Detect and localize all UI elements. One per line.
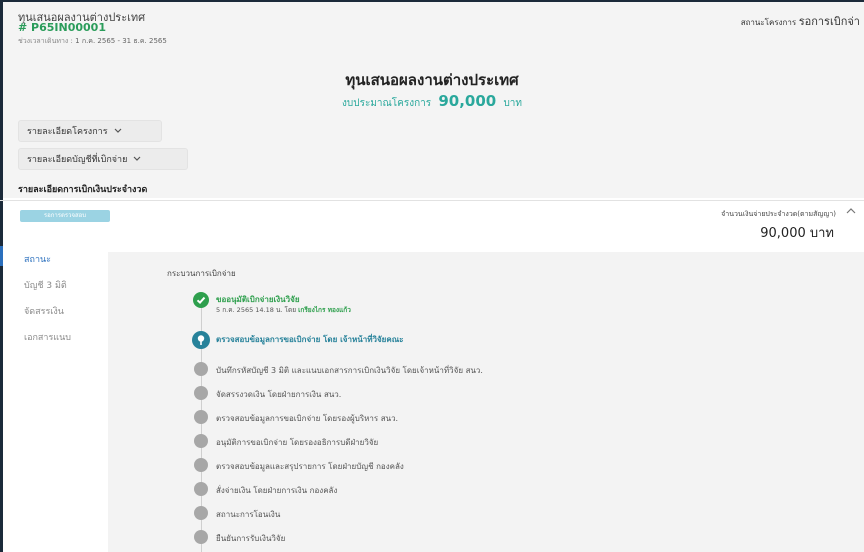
project-code: # P65IN00001 — [18, 21, 106, 34]
account-details-label: รายละเอียดบัญชีที่เบิกจ่าย — [27, 155, 128, 165]
pending-dot-icon — [194, 458, 208, 472]
step-7-label: ตรวจสอบข้อมูลและสรุปรายการ โดยฝ่ายบัญชี … — [216, 462, 404, 471]
project-status-value: รอการเบิกจ่า — [798, 15, 860, 28]
tab-status[interactable]: สถานะ — [24, 252, 51, 266]
step-10-label: ยืนยันการรับเงินวิจัย — [216, 534, 286, 543]
pending-dot-icon — [194, 506, 208, 520]
budget-amount: 90,000 — [438, 92, 497, 110]
project-details-label: รายละเอียดโครงการ — [27, 127, 108, 137]
status-badge: รอการตรวจสอบ — [20, 210, 110, 222]
chevron-down-icon — [133, 156, 141, 161]
step-6-label: อนุมัติการขอเบิกจ่าย โดยรองอธิการบดีฝ่าย… — [216, 438, 379, 447]
page-title: ทุนเสนอผลงานต่างประเทศ — [345, 71, 519, 89]
installment-amount-value: 90,000 บาท — [760, 226, 834, 241]
active-tab-indicator — [0, 246, 3, 266]
disbursement-section-title: รายละเอียดการเบิกเงินประจำงวด — [18, 185, 148, 195]
step-8-label: สั่งจ่ายเงิน โดยฝ่ายการเงิน กองคลัง — [216, 486, 338, 495]
pending-dot-icon — [194, 482, 208, 496]
budget-unit: บาท — [503, 98, 522, 109]
step-9-label: สถานะการโอนเงิน — [216, 510, 281, 519]
project-status-label: สถานะโครงการ — [740, 18, 797, 27]
travel-period: ช่วงเวลาเดินทาง : 1 ก.ค. 2565 - 31 ธ.ค. … — [18, 36, 167, 47]
tab-3d-account[interactable]: บัญชี 3 มิติ — [24, 278, 67, 292]
pending-dot-icon — [194, 386, 208, 400]
budget-label: งบประมาณโครงการ — [342, 98, 432, 109]
tab-allocation[interactable]: จัดสรรเงิน — [24, 304, 64, 318]
travel-period-label: ช่วงเวลาเดินทาง : — [18, 37, 73, 45]
tab-attachments[interactable]: เอกสารแนบ — [24, 330, 71, 344]
installment-amount-label: จำนวนเงินจ่ายประจำงวด(ตามสัญญา) — [721, 210, 836, 218]
project-details-accordion[interactable]: รายละเอียดโครงการ — [18, 120, 162, 142]
check-circle-icon — [193, 292, 209, 308]
map-pin-icon — [192, 331, 210, 349]
chevron-up-icon — [846, 208, 856, 214]
collapse-toggle[interactable] — [846, 206, 856, 217]
window-frame-top — [0, 0, 864, 2]
travel-period-value: 1 ก.ค. 2565 - 31 ธ.ค. 2565 — [75, 37, 167, 45]
project-budget: งบประมาณโครงการ 90,000 บาท — [0, 92, 864, 111]
step-1-user: เกรียงไกร ทองแก้ว — [298, 306, 351, 314]
account-details-accordion[interactable]: รายละเอียดบัญชีที่เบิกจ่าย — [18, 148, 188, 170]
process-title: กระบวนการเบิกจ่าย — [167, 269, 236, 278]
step-3-label: บันทึกรหัสบัญชี 3 มิติ และแนบเอกสารการเบ… — [216, 366, 483, 375]
pending-dot-icon — [194, 530, 208, 544]
project-status: สถานะโครงการ รอการเบิกจ่า — [741, 12, 860, 30]
step-4-label: จัดสรรงวดเงิน โดยฝ่ายการเงิน สนว. — [216, 390, 342, 399]
step-1-detail: 5 ก.ค. 2565 14.18 น. โดย เกรียงไกร ทองแก… — [216, 305, 351, 315]
chevron-down-icon — [114, 128, 121, 133]
pending-dot-icon — [194, 410, 208, 424]
step-5-label: ตรวจสอบข้อมูลการขอเบิกจ่าย โดยรองผู้บริห… — [216, 414, 399, 423]
step-2-label: ตรวจสอบข้อมูลการขอเบิกจ่าย โดย เจ้าหน้าท… — [216, 335, 404, 344]
step-1-date: 5 ก.ค. 2565 14.18 น. โดย — [216, 306, 297, 314]
pending-dot-icon — [194, 362, 208, 376]
section-divider — [0, 200, 864, 201]
pending-dot-icon — [194, 434, 208, 448]
